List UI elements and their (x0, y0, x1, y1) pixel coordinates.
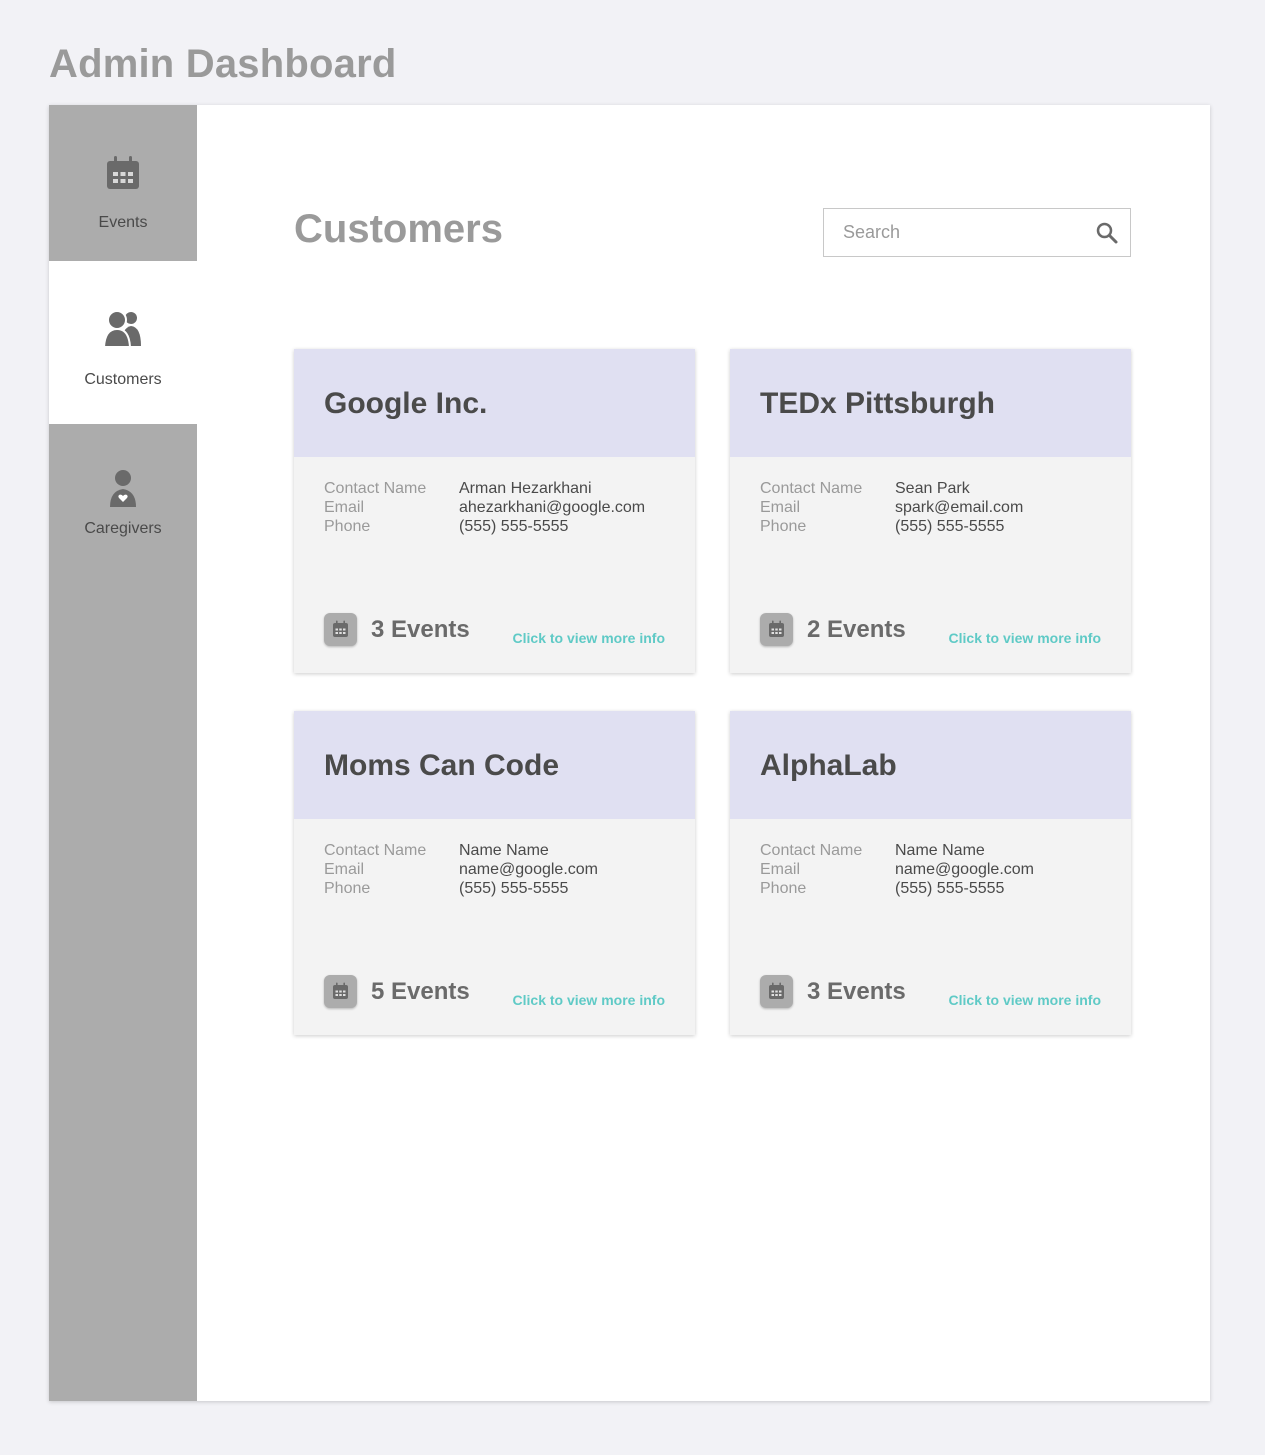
email-label: Email (760, 861, 801, 878)
contact-name-label: Contact Name (760, 480, 863, 497)
contact-name-value: Sean Park (895, 480, 970, 497)
calendar-icon (760, 975, 793, 1008)
email-label: Email (760, 499, 801, 516)
calendar-icon (105, 155, 141, 196)
app-title: Admin Dashboard (49, 42, 397, 86)
phone-value: (555) 555-5555 (895, 880, 1005, 897)
view-more-info-link[interactable]: Click to view more info (513, 630, 665, 646)
sidebar-item-label: Events (98, 214, 148, 231)
email-value: name@google.com (895, 861, 1034, 878)
search-icon[interactable] (1095, 221, 1119, 245)
view-more-info-link[interactable]: Click to view more info (513, 992, 665, 1008)
sidebar-item-caregivers[interactable]: Caregivers (49, 424, 197, 564)
search-input[interactable] (843, 209, 1083, 256)
customer-card[interactable]: AlphaLab Contact Name Name Name Email na… (730, 711, 1131, 1035)
card-header: TEDx Pittsburgh (730, 349, 1131, 457)
phone-label: Phone (324, 518, 371, 535)
phone-value: (555) 555-5555 (895, 518, 1005, 535)
sidebar-item-events[interactable]: Events (49, 105, 197, 261)
customer-card[interactable]: Google Inc. Contact Name Arman Hezarkhan… (294, 349, 695, 673)
calendar-icon (324, 613, 357, 646)
email-value: ahezarkhani@google.com (459, 499, 646, 516)
phone-value: (555) 555-5555 (459, 518, 569, 535)
sidebar-item-customers[interactable]: Customers (49, 261, 197, 424)
sidebar-item-label: Customers (84, 371, 162, 388)
search-box (823, 208, 1131, 257)
events-count: 3 Events (807, 978, 906, 1005)
events-count: 3 Events (371, 616, 470, 643)
phone-value: (555) 555-5555 (459, 880, 569, 897)
contact-name-label: Contact Name (324, 842, 427, 859)
customer-name: TEDx Pittsburgh (760, 387, 996, 420)
customer-name: Moms Can Code (324, 749, 560, 782)
contact-name-value: Arman Hezarkhani (459, 480, 592, 497)
sidebar-item-label: Caregivers (84, 520, 162, 537)
email-value: spark@email.com (895, 499, 1024, 516)
card-header: Google Inc. (294, 349, 695, 457)
view-more-info-link[interactable]: Click to view more info (949, 630, 1101, 646)
events-count: 2 Events (807, 616, 906, 643)
email-value: name@google.com (459, 861, 598, 878)
card-header: Moms Can Code (294, 711, 695, 819)
users-icon (102, 308, 143, 353)
dashboard-frame: Events Customers Caregivers Customers Se… (49, 105, 1210, 1401)
contact-name-label: Contact Name (760, 842, 863, 859)
view-more-info-link[interactable]: Click to view more info (949, 992, 1101, 1008)
card-header: AlphaLab (730, 711, 1131, 819)
customer-card[interactable]: Moms Can Code Contact Name Name Name Ema… (294, 711, 695, 1035)
page-title: Customers (294, 207, 503, 251)
customer-name: AlphaLab (760, 749, 897, 782)
contact-name-value: Name Name (459, 842, 549, 859)
calendar-icon (760, 613, 793, 646)
sidebar: Events Customers Caregivers (49, 105, 197, 1401)
phone-label: Phone (760, 518, 807, 535)
customer-card[interactable]: TEDx Pittsburgh Contact Name Sean Park E… (730, 349, 1131, 673)
contact-name-label: Contact Name (324, 480, 427, 497)
contact-name-value: Name Name (895, 842, 985, 859)
phone-label: Phone (760, 880, 807, 897)
phone-label: Phone (324, 880, 371, 897)
caregiver-icon (109, 469, 137, 514)
calendar-icon (324, 975, 357, 1008)
email-label: Email (324, 499, 365, 516)
events-count: 5 Events (371, 978, 470, 1005)
email-label: Email (324, 861, 365, 878)
customer-name: Google Inc. (324, 387, 488, 420)
